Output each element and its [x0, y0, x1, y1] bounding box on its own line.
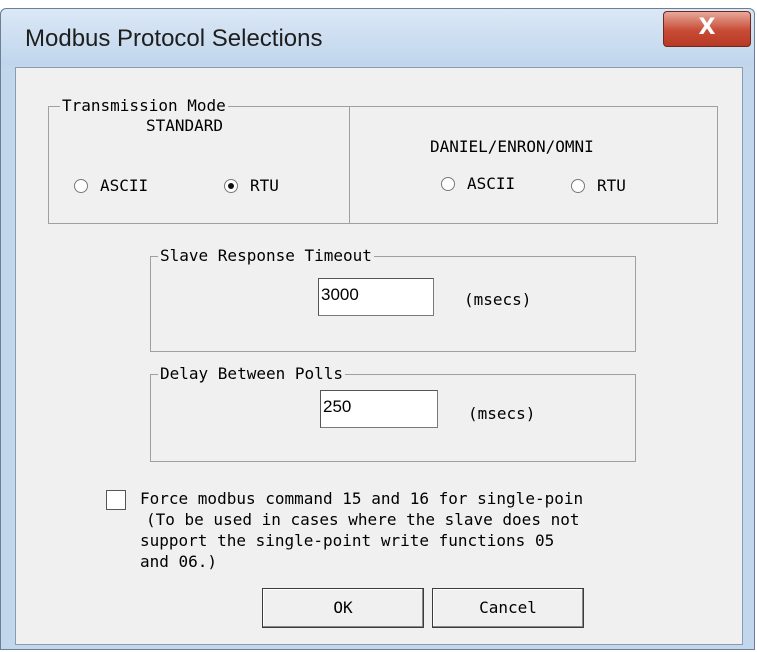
title-bar[interactable]: Modbus Protocol Selections X: [1, 9, 754, 65]
force-line-4: and 06.): [140, 552, 218, 571]
force-line-1: Force modbus command 15 and 16 for singl…: [140, 489, 584, 508]
standard-rtu-radio[interactable]: RTU: [224, 176, 279, 195]
dialog-window: Modbus Protocol Selections X Transmissio…: [0, 8, 755, 650]
transmission-mode-legend: Transmission Mode: [60, 96, 228, 115]
force-command-label: Force modbus command 15 and 16 for singl…: [140, 488, 732, 572]
slave-timeout-input[interactable]: 3000: [318, 278, 434, 316]
radio-unchecked-icon: [571, 178, 585, 193]
delay-polls-unit: (msecs): [468, 404, 536, 423]
radio-unchecked-icon: [74, 178, 88, 193]
daniel-ascii-radio[interactable]: ASCII: [441, 174, 515, 193]
standard-header: STANDARD: [146, 116, 224, 135]
delay-polls-input[interactable]: 250: [320, 390, 438, 428]
ok-button[interactable]: OK: [262, 588, 424, 628]
force-line-2: (To be used in cases where the slave doe…: [146, 510, 580, 529]
standard-ascii-radio[interactable]: ASCII: [74, 176, 148, 195]
close-button[interactable]: X: [663, 11, 751, 47]
delay-polls-legend: Delay Between Polls: [158, 364, 346, 383]
force-command-checkbox[interactable]: [106, 490, 126, 510]
slave-timeout-legend: Slave Response Timeout: [158, 246, 374, 265]
cancel-button[interactable]: Cancel: [432, 588, 584, 628]
daniel-rtu-label: RTU: [597, 176, 626, 195]
dialog-client-area: Transmission Mode STANDARD DANIEL/ENRON/…: [15, 67, 743, 645]
radio-checked-icon: [224, 178, 238, 193]
slave-timeout-unit: (msecs): [464, 290, 532, 309]
daniel-header: DANIEL/ENRON/OMNI: [430, 137, 594, 156]
radio-unchecked-icon: [441, 176, 455, 191]
close-icon: X: [698, 15, 716, 40]
group-divider: [349, 107, 350, 223]
standard-rtu-label: RTU: [250, 176, 279, 195]
daniel-rtu-radio[interactable]: RTU: [571, 176, 626, 195]
daniel-ascii-label: ASCII: [467, 174, 516, 193]
window-title: Modbus Protocol Selections: [25, 25, 323, 52]
force-line-3: support the single-point write functions…: [140, 531, 555, 550]
standard-ascii-label: ASCII: [100, 176, 149, 195]
